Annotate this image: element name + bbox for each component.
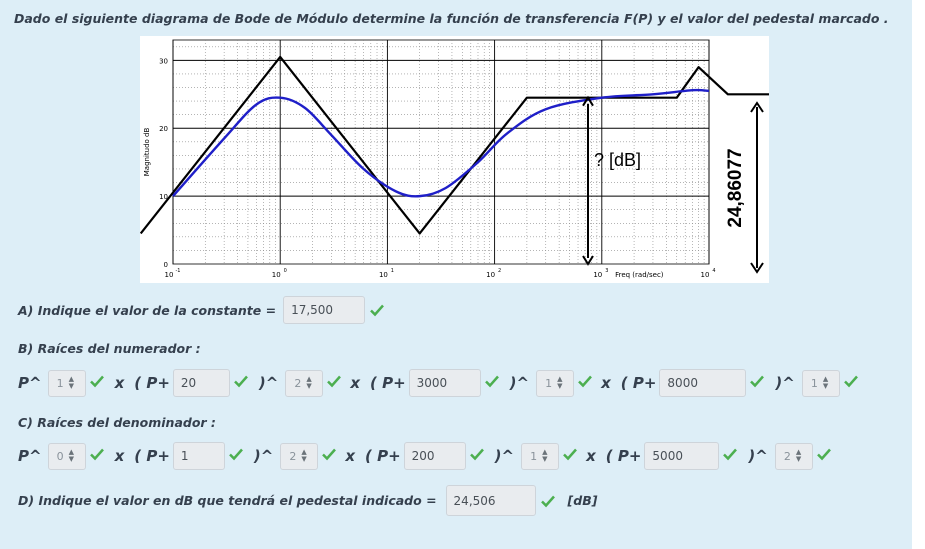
times-sign: x (601, 374, 611, 392)
stepper-icon: ▲ ▼ (557, 375, 563, 390)
x-tick-exponent: 3 (605, 268, 608, 274)
x-tick-exponent: 1 (391, 268, 394, 274)
check-icon (843, 375, 858, 388)
root-exponent-select[interactable]: 1 ▲ ▼ (536, 369, 575, 397)
root-exponent-select[interactable]: 1 ▲ ▼ (801, 369, 840, 397)
root-prefix: ( P+ (605, 447, 642, 465)
label-constant: A) Indique el valor de la constante = (18, 302, 277, 318)
check-icon (540, 495, 555, 507)
check-icon (469, 448, 484, 461)
root-power-label: )^ (258, 374, 279, 392)
x-tick-exponent: 4 (712, 268, 715, 274)
numerator-row: P^ 1 ▲ ▼ x( P+ 20)^ 2 ▲ ▼ x( P+ 3000)^ 1 ▲ ▼ x( P+ 8000… (18, 369, 859, 397)
root-value-input[interactable]: 200 (403, 442, 466, 470)
root-value-input[interactable]: 1 (172, 442, 225, 470)
x-tick-exponent: 0 (284, 268, 287, 274)
x-tick-label: 10 (701, 271, 710, 279)
label-pedestal: D) Indique el valor en dB que tendrá el … (18, 493, 437, 508)
x-tick-label: 10 (486, 271, 495, 279)
stepper-icon: ▲ ▼ (301, 448, 307, 463)
root-power-label: )^ (775, 374, 795, 392)
root-value-input[interactable]: 8000 (659, 369, 747, 397)
root-prefix: ( P+ (134, 374, 170, 392)
constant-input[interactable]: 17,500 (283, 296, 366, 324)
x-tick-exponent: -1 (176, 268, 181, 274)
root-power-label: )^ (253, 447, 274, 465)
stepper-icon: ▲ ▼ (822, 375, 829, 390)
denominator-row: P^ 0 ▲ ▼ x( P+ 1)^ 2 ▲ ▼ x( P+ 200)^ 1 ▲ ▼ x( P+ 5000)^… (18, 442, 832, 470)
pedestal-question-label: ? [dB] (594, 150, 641, 170)
root-exponent-select[interactable]: 2 ▲ ▼ (774, 442, 813, 470)
y-tick-label: 20 (159, 125, 168, 133)
p-power-label: P^ (18, 447, 42, 465)
times-sign: x (114, 374, 125, 392)
times-sign: x (114, 447, 125, 465)
y-tick-label: 0 (164, 261, 168, 269)
root-prefix: ( P+ (620, 374, 657, 392)
root-exponent-select[interactable]: 2 ▲ ▼ (285, 369, 324, 397)
label-denominator: C) Raíces del denominador : (18, 415, 216, 430)
check-icon (723, 448, 738, 461)
check-icon (484, 375, 499, 388)
bode-magnitude-chart: 010203010 -1 10 0 10 1 10 2 10 3 10 4Magnitudo dBFr… (139, 39, 774, 279)
x-tick-label: 10 (593, 271, 602, 279)
times-sign: x (586, 447, 596, 465)
label-numerator: B) Raíces del numerador : (18, 341, 201, 356)
check-icon (816, 448, 831, 461)
root-prefix: ( P+ (370, 374, 406, 392)
p-power-label: P^ (18, 374, 42, 392)
check-icon (89, 375, 104, 388)
check-icon (750, 375, 765, 388)
check-icon (89, 448, 104, 461)
question-title: Dado el siguiente diagrama de Bode de Mó… (14, 11, 889, 26)
root-value-input[interactable]: 20 (172, 369, 230, 397)
stepper-icon: ▲ ▼ (795, 448, 802, 463)
pedestal-unit: [dB] (567, 493, 598, 508)
stepper-icon: ▲ ▼ (542, 448, 548, 463)
check-icon (578, 375, 593, 388)
stepper-icon: ▲ ▼ (68, 375, 74, 390)
check-icon (370, 304, 384, 317)
x-tick-label: 10 (379, 271, 388, 279)
check-icon (563, 448, 578, 461)
pedestal-value-label: 24,86077 (725, 148, 746, 227)
y-tick-label: 30 (159, 57, 168, 65)
p-exponent-select[interactable]: 0 ▲ ▼ (47, 442, 86, 470)
root-exponent-select[interactable]: 1 ▲ ▼ (521, 442, 560, 470)
check-icon (234, 375, 248, 388)
times-sign: x (350, 374, 361, 392)
root-power-label: )^ (509, 374, 530, 392)
root-power-label: )^ (494, 447, 515, 465)
stepper-icon: ▲ ▼ (68, 448, 74, 463)
times-sign: x (345, 447, 356, 465)
root-prefix: ( P+ (134, 447, 170, 465)
bode-plot: 0 10 20 30 10 -1 10 0 10 1 10 2 10 3 10 4 Magnitudo dB Fr… (139, 36, 774, 283)
root-power-label: )^ (748, 447, 768, 465)
check-icon (327, 375, 342, 388)
root-exponent-select[interactable]: 2 ▲ ▼ (280, 442, 319, 470)
x-tick-label: 10 (272, 271, 281, 279)
root-value-input[interactable]: 3000 (408, 369, 481, 397)
root-prefix: ( P+ (365, 447, 401, 465)
row-pedestal: D) Indique el valor en dB que tendrá el … (18, 485, 597, 516)
x-tick-exponent: 2 (498, 268, 501, 274)
check-icon (322, 448, 337, 461)
x-axis-label: Freq (rad/sec) (615, 271, 664, 279)
x-tick-label: 10 (165, 271, 174, 279)
stepper-icon: ▲ ▼ (306, 375, 312, 390)
row-constant: A) Indique el valor de la constante = 17… (18, 296, 385, 324)
p-exponent-select[interactable]: 1 ▲ ▼ (47, 369, 86, 397)
root-value-input[interactable]: 5000 (644, 442, 720, 470)
y-axis-label: Magnitudo dB (143, 128, 151, 177)
check-icon (229, 448, 243, 461)
pedestal-input[interactable]: 24,506 (445, 485, 536, 516)
